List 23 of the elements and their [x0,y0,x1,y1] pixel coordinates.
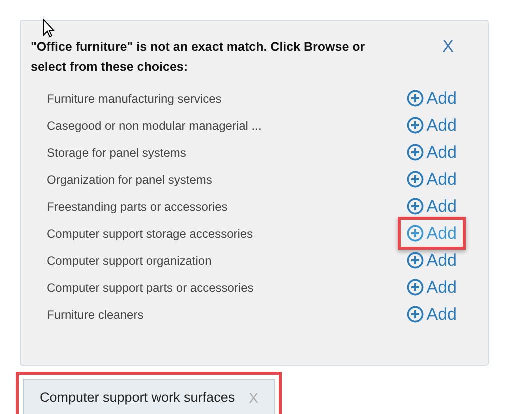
choice-label: Furniture manufacturing services [47,90,222,108]
circle-plus-icon [406,117,424,134]
choice-label: Storage for panel systems [47,144,186,162]
circle-plus-icon [406,306,424,323]
choice-label: Freestanding parts or accessories [47,198,228,216]
no-match-message: "Office furniture" is not an exact match. Click Browse or select from these choices: [31,39,366,76]
choice-label: Organization for panel systems [47,172,212,188]
close-button[interactable]: X [436,37,460,57]
circle-plus-icon [406,225,424,242]
circle-plus-icon [406,198,424,215]
circle-plus-icon [406,279,424,296]
mouse-pointer-icon [43,19,55,38]
choice-label: Computer support storage accessories [47,226,254,242]
choice-label: Furniture cleaners [47,306,144,324]
tag-label: Computer support work surfaces [40,389,236,408]
add-link[interactable]: Add [398,216,466,250]
circle-plus-icon [406,252,424,269]
circle-plus-icon [406,171,424,188]
circle-plus-icon [406,144,424,161]
choice-label: Casegood or non modular managerial ... [47,118,262,134]
choice-label: Computer support parts or accessories [47,280,254,296]
circle-plus-icon [406,90,424,107]
choice-label: Computer support organization [47,252,212,270]
